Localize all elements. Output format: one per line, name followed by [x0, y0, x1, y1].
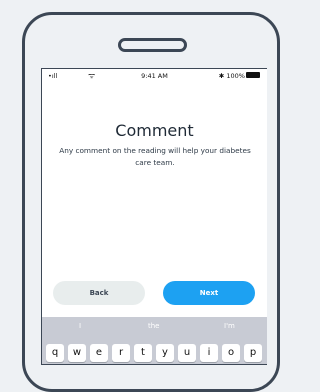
page-title: Comment [115, 121, 194, 140]
suggestion-3[interactable]: I'm [224, 322, 235, 330]
status-bar: •ıll ᯤ 9:41 AM ✱ 100% [42, 69, 267, 83]
speaker-grille [118, 38, 187, 52]
page-description: Any comment on the reading will help you… [59, 146, 251, 167]
battery-icon [246, 72, 260, 78]
key-r[interactable]: r [112, 344, 130, 362]
key-o[interactable]: o [222, 344, 240, 362]
keyboard-suggestion-bar: I the I'm [42, 317, 267, 338]
battery-percent: ✱ 100% [218, 72, 245, 80]
key-q[interactable]: q [46, 344, 64, 362]
suggestion-2[interactable]: the [148, 322, 160, 330]
back-button[interactable]: Back [53, 281, 145, 305]
phone-screen: •ıll ᯤ 9:41 AM ✱ 100% Comment Any commen… [41, 68, 267, 365]
key-p[interactable]: p [244, 344, 262, 362]
keyboard: q w e r t y u i o p [42, 338, 267, 364]
key-t[interactable]: t [134, 344, 152, 362]
next-button[interactable]: Next [163, 281, 255, 305]
key-i[interactable]: i [200, 344, 218, 362]
key-w[interactable]: w [68, 344, 86, 362]
key-y[interactable]: y [156, 344, 174, 362]
key-u[interactable]: u [178, 344, 196, 362]
key-e[interactable]: e [90, 344, 108, 362]
suggestion-1[interactable]: I [79, 322, 81, 330]
